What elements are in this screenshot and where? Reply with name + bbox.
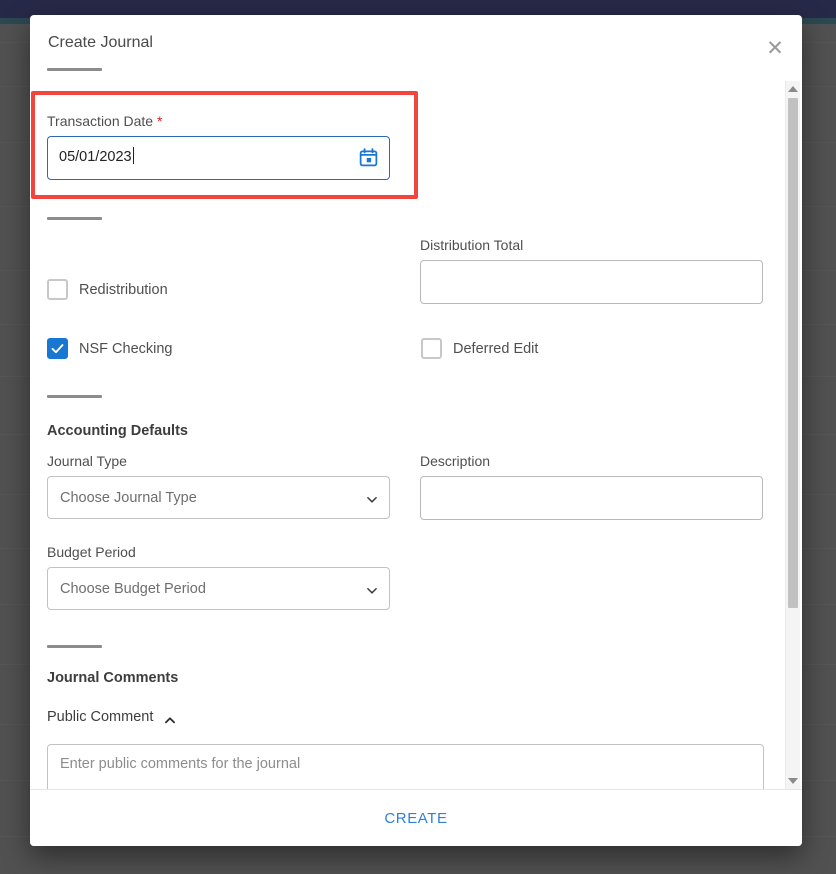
deferred-edit-checkbox[interactable] (421, 338, 442, 359)
transaction-date-input[interactable] (47, 136, 390, 180)
create-journal-modal: Create Journal ✕ Transaction Date * 05/0… (30, 15, 802, 846)
distribution-total-field-group: Distribution Total (420, 237, 763, 304)
transaction-date-field-group: Transaction Date * 05/01/2023 (47, 113, 390, 180)
accounting-defaults-title: Accounting Defaults (47, 423, 188, 439)
nsf-checking-checkbox-row[interactable]: NSF Checking (47, 338, 172, 359)
chevron-down-icon (365, 492, 377, 503)
section-divider-1 (47, 217, 102, 220)
section-divider-2 (47, 395, 102, 398)
redistribution-checkbox[interactable] (47, 279, 68, 300)
budget-period-select[interactable]: Choose Budget Period (47, 567, 390, 610)
scroll-down-arrow-icon[interactable] (786, 773, 800, 789)
deferred-edit-label: Deferred Edit (453, 340, 539, 357)
chevron-up-icon (163, 713, 176, 723)
public-comment-label: Public Comment (47, 709, 154, 725)
section-divider-3 (47, 645, 102, 648)
journal-type-select[interactable]: Choose Journal Type (47, 476, 390, 519)
distribution-total-label: Distribution Total (420, 237, 524, 253)
description-field-group: Description (420, 453, 763, 520)
transaction-date-input-wrapper: 05/01/2023 (47, 136, 390, 180)
public-comment-textarea[interactable] (47, 744, 764, 789)
description-input[interactable] (420, 476, 763, 520)
create-button[interactable]: CREATE (370, 804, 461, 833)
transaction-date-label-text: Transaction Date (47, 113, 154, 129)
public-comment-toggle[interactable]: Public Comment (47, 709, 176, 725)
distribution-total-input[interactable] (420, 260, 763, 304)
journal-type-label: Journal Type (47, 453, 127, 469)
page-title: Create Journal (48, 34, 153, 51)
modal-form-content: Transaction Date * 05/01/2023 Redistribu… (30, 79, 802, 789)
description-label: Description (420, 453, 491, 469)
transaction-date-label: Transaction Date * (47, 113, 390, 129)
scroll-up-arrow-icon[interactable] (786, 81, 800, 97)
journal-type-selected-value: Choose Journal Type (60, 489, 197, 506)
required-marker: * (156, 113, 163, 129)
check-icon (51, 344, 64, 354)
public-comment-field-group (47, 744, 764, 789)
redistribution-checkbox-row[interactable]: Redistribution (47, 279, 168, 300)
nsf-checking-label: NSF Checking (79, 340, 173, 357)
budget-period-field-group: Budget Period Choose Budget Period (47, 544, 390, 610)
header-divider (47, 68, 102, 71)
modal-footer: CREATE (30, 789, 802, 846)
budget-period-label: Budget Period (47, 544, 136, 560)
scrollbar-thumb[interactable] (788, 98, 798, 608)
redistribution-label: Redistribution (79, 281, 168, 298)
modal-scroll-area: Transaction Date * 05/01/2023 Redistribu… (30, 79, 802, 789)
journal-comments-title: Journal Comments (47, 670, 179, 686)
nsf-checking-checkbox[interactable] (47, 338, 68, 359)
modal-header: Create Journal ✕ (30, 15, 802, 79)
deferred-edit-checkbox-row[interactable]: Deferred Edit (421, 338, 538, 359)
journal-type-field-group: Journal Type Choose Journal Type (47, 453, 390, 519)
close-icon[interactable]: ✕ (758, 31, 792, 65)
budget-period-selected-value: Choose Budget Period (60, 580, 206, 597)
modal-scrollbar[interactable] (785, 81, 800, 789)
calendar-icon[interactable] (358, 147, 379, 168)
chevron-down-icon (365, 583, 377, 594)
